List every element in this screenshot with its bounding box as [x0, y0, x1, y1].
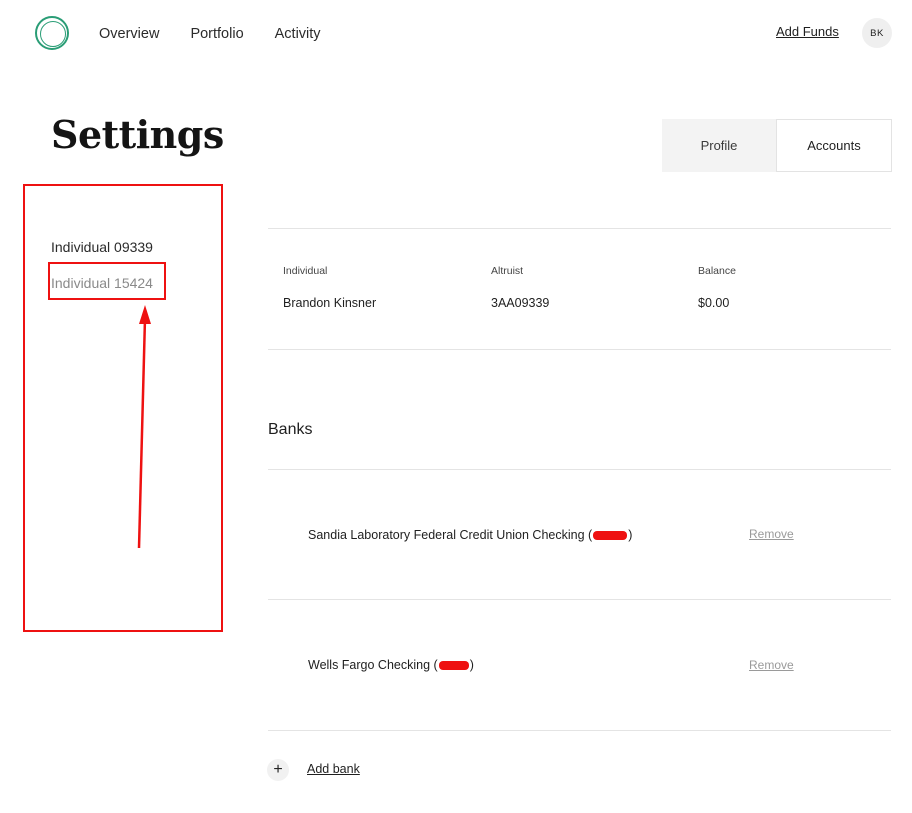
- logo-icon[interactable]: [35, 16, 69, 50]
- account-holder-name: Brandon Kinsner: [283, 296, 377, 310]
- bank-name-wells-fargo: Wells Fargo Checking (): [308, 658, 474, 672]
- main-nav: Overview Portfolio Activity: [99, 26, 321, 42]
- tab-accounts[interactable]: Accounts: [776, 119, 892, 172]
- settings-tabs: Profile Accounts: [662, 119, 892, 172]
- banks-heading: Banks: [268, 421, 313, 438]
- divider: [268, 469, 891, 470]
- remove-bank-button[interactable]: Remove: [749, 658, 794, 672]
- redaction-mark: [438, 661, 469, 671]
- account-col-balance: Balance: [698, 265, 736, 277]
- account-col-individual: Individual: [283, 265, 328, 277]
- nav-activity[interactable]: Activity: [275, 26, 321, 42]
- remove-bank-button[interactable]: Remove: [749, 527, 794, 541]
- avatar[interactable]: BK: [862, 18, 892, 48]
- add-bank-link[interactable]: Add bank: [307, 762, 360, 776]
- bank-name-label: Sandia Laboratory Federal Credit Union C…: [308, 528, 585, 542]
- redaction-mark: [593, 531, 628, 541]
- page-title: Settings: [51, 112, 224, 157]
- divider: [268, 730, 891, 731]
- account-balance: $0.00: [698, 296, 730, 310]
- bank-name-sandia: Sandia Laboratory Federal Credit Union C…: [308, 528, 633, 542]
- nav-portfolio[interactable]: Portfolio: [190, 26, 243, 42]
- account-col-altruist: Altruist: [491, 265, 524, 277]
- annotation-item-box: [48, 262, 166, 300]
- tab-profile[interactable]: Profile: [662, 119, 776, 172]
- divider: [268, 599, 891, 600]
- divider: [268, 228, 891, 229]
- plus-icon[interactable]: +: [267, 759, 289, 781]
- account-number: 3AA09339: [491, 296, 550, 310]
- add-funds-link[interactable]: Add Funds: [776, 24, 839, 39]
- bank-name-label: Wells Fargo Checking: [308, 658, 431, 672]
- annotation-sidebar-box: [23, 184, 223, 632]
- nav-overview[interactable]: Overview: [99, 26, 159, 42]
- divider: [268, 349, 891, 350]
